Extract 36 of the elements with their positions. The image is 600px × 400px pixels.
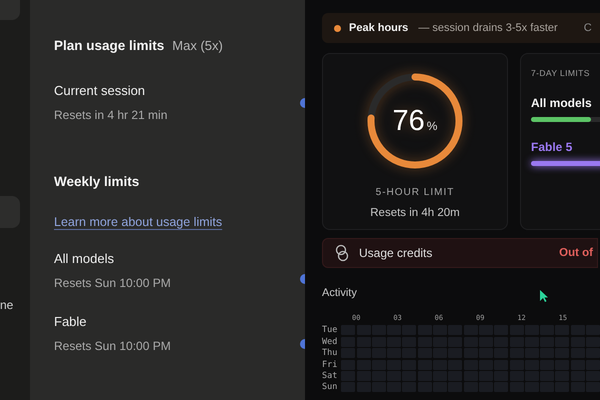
plan-label: Max (5x) <box>172 38 223 53</box>
section-title: Plan usage limits <box>54 38 164 53</box>
section-title: Activity <box>322 287 357 299</box>
reset-time: Resets Sun 10:00 PM <box>54 276 171 290</box>
reset-time: Resets in 4 hr 21 min <box>54 108 168 122</box>
day-label: Wed <box>322 336 338 347</box>
card-label: 7-DAY LIMITS <box>531 68 591 78</box>
slider-handle[interactable] <box>300 339 305 349</box>
reset-time: Resets Sun 10:00 PM <box>54 339 171 353</box>
card-label: 5-HOUR LIMIT <box>376 187 454 198</box>
banner-title: Peak hours <box>349 22 408 34</box>
credits-label: Usage credits <box>359 246 432 260</box>
percent-value: 76 <box>392 105 425 138</box>
day-label: Thu <box>322 348 338 358</box>
model-name: All models <box>531 96 593 110</box>
day-label: Fri <box>322 360 338 370</box>
reset-time: Resets in 4h 20m <box>370 207 460 219</box>
status-dot <box>334 24 341 32</box>
limit-name: Fable <box>54 314 87 329</box>
day-label: Sun <box>322 382 338 392</box>
banner-text: — session drains 3-5x faster <box>418 22 558 34</box>
credits-status: Out of <box>559 247 593 259</box>
learn-more-link[interactable]: Learn more about usage limits <box>54 215 222 229</box>
section-title: Weekly limits <box>54 174 140 189</box>
day-label: Tue <box>322 325 338 336</box>
sidebar-label: ne <box>0 298 14 312</box>
model-name: Fable 5 <box>531 140 574 154</box>
percent-sign: % <box>426 119 438 133</box>
day-label: Sat <box>322 370 338 381</box>
limit-name: All models <box>54 251 114 266</box>
banner-text: C <box>584 22 592 34</box>
slider-handle[interactable] <box>300 274 305 284</box>
coins-icon <box>335 244 349 262</box>
cursor-icon <box>538 289 549 303</box>
limit-name: Current session <box>54 83 146 98</box>
slider-handle[interactable] <box>300 98 305 108</box>
